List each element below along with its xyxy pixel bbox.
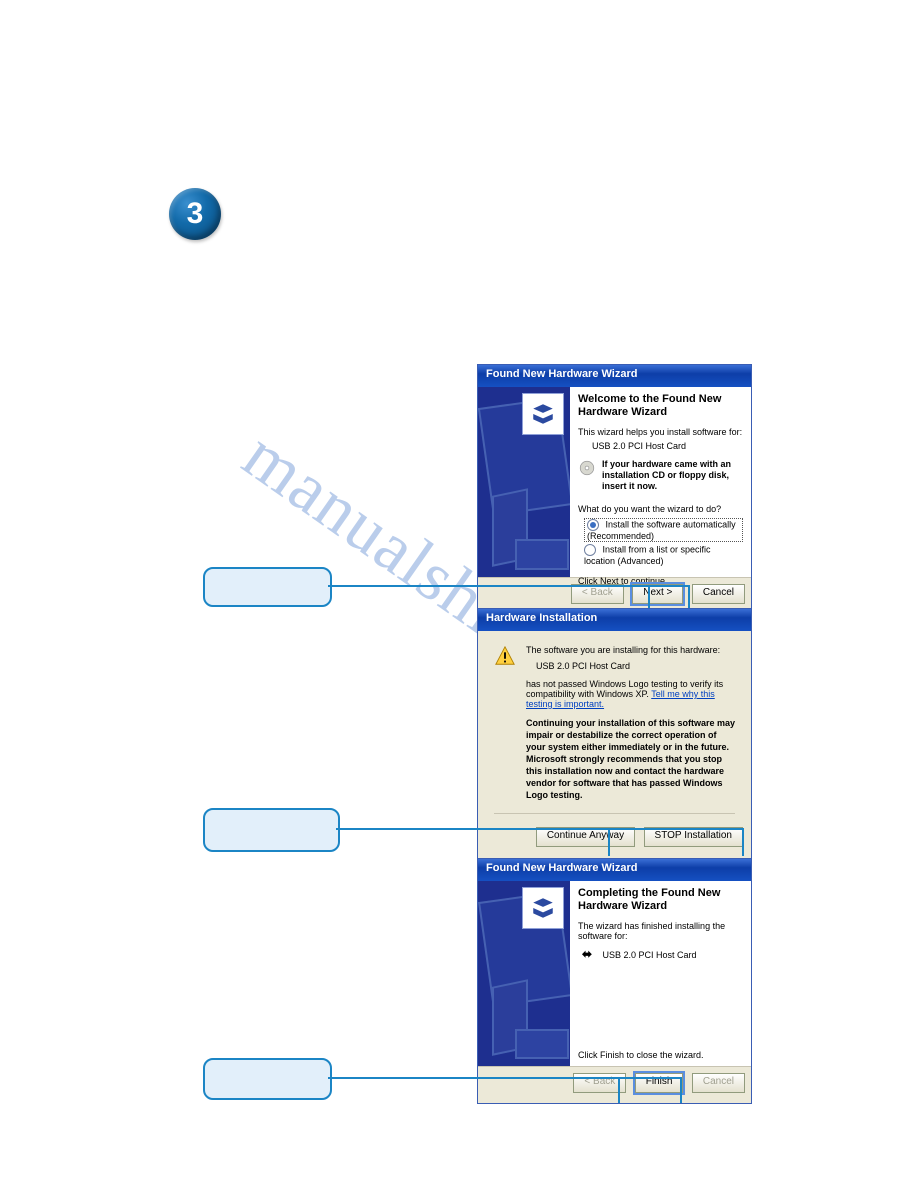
callout-line-2 [336, 828, 608, 830]
back-button[interactable]: < Back [571, 584, 624, 604]
dialog1-device: USB 2.0 PCI Host Card [592, 441, 743, 451]
dialog3-titlebar: Found New Hardware Wizard [478, 859, 751, 881]
dialog1-heading: Welcome to the Found New Hardware Wizard [578, 393, 743, 419]
wizard-side-graphic [478, 881, 570, 1066]
usb-icon: ⬌ [582, 947, 600, 961]
dialog3-heading: Completing the Found New Hardware Wizard [578, 887, 743, 913]
dialog1-cd-note: If your hardware came with an installati… [602, 459, 743, 492]
wizard-side-graphic [478, 387, 570, 577]
radio-option-auto[interactable]: Install the software automatically (Reco… [584, 518, 743, 542]
cd-icon [578, 459, 596, 477]
hw-glyph-icon [522, 887, 564, 929]
dialog3-device: USB 2.0 PCI Host Card [603, 950, 697, 960]
cancel-button[interactable]: Cancel [692, 1073, 745, 1093]
dialog3-intro: The wizard has finished installing the s… [578, 921, 743, 941]
cancel-button[interactable]: Cancel [692, 584, 745, 604]
dialog1-opt1: Install the software automatically (Reco… [587, 519, 736, 541]
dialog2-titlebar: Hardware Installation [478, 609, 751, 631]
radio-icon [587, 519, 599, 531]
callout-box-1 [203, 567, 332, 607]
dialog1-intro: This wizard helps you install software f… [578, 427, 743, 437]
wizard-dialog-welcome: Found New Hardware Wizard Welcome to the… [477, 364, 752, 615]
radio-icon [584, 544, 596, 556]
callout-box-3 [203, 1058, 332, 1100]
dialog2-warn: Continuing your installation of this sof… [526, 717, 735, 801]
warning-icon [494, 645, 516, 667]
step-badge: 3 [169, 188, 221, 240]
callout-hook-2 [608, 828, 744, 856]
dialog3-footer: Click Finish to close the wizard. [578, 1050, 704, 1060]
dialog2-line1: The software you are installing for this… [526, 645, 735, 655]
dialog1-titlebar: Found New Hardware Wizard [478, 365, 751, 387]
callout-line-1 [328, 585, 648, 587]
callout-box-2 [203, 808, 340, 852]
wizard-dialog-complete: Found New Hardware Wizard Completing the… [477, 858, 752, 1104]
dialog2-device: USB 2.0 PCI Host Card [536, 661, 735, 671]
hw-glyph-icon [522, 393, 564, 435]
hardware-install-dialog: Hardware Installation The software you a… [477, 608, 752, 861]
radio-option-list[interactable]: Install from a list or specific location… [584, 544, 743, 566]
callout-hook-3 [618, 1077, 682, 1103]
dialog1-question: What do you want the wizard to do? [578, 504, 743, 514]
callout-line-3 [328, 1077, 618, 1079]
dialog1-opt2: Install from a list or specific location… [584, 544, 711, 566]
